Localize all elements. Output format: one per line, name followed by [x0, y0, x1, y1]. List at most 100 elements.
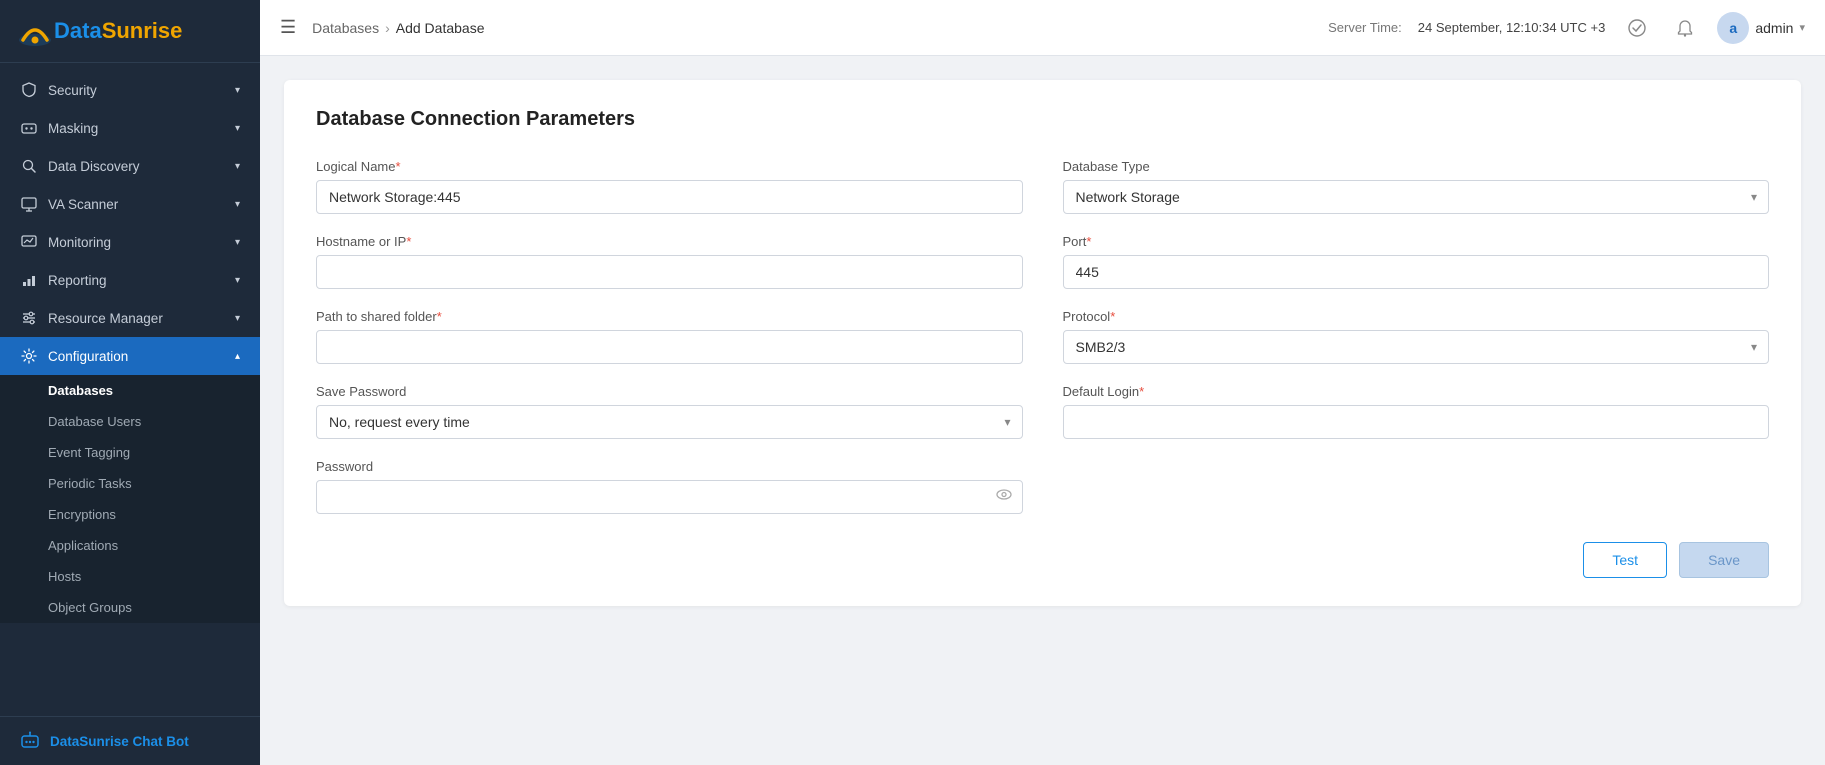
- user-menu[interactable]: a admin ▾: [1717, 12, 1805, 44]
- topbar-left: ☰ Databases › Add Database: [280, 17, 1312, 38]
- sidebar-item-label: Monitoring: [48, 235, 111, 250]
- breadcrumb-separator: ›: [385, 20, 390, 36]
- database-type-select[interactable]: Network Storage MySQL PostgreSQL Oracle …: [1063, 180, 1770, 214]
- path-label: Path to shared folder*: [316, 309, 1023, 324]
- sidebar-item-reporting[interactable]: Reporting ▾: [0, 261, 260, 299]
- hostname-group: Hostname or IP*: [316, 234, 1023, 289]
- sidebar-item-label: Reporting: [48, 273, 107, 288]
- configuration-submenu: Databases Database Users Event Tagging P…: [0, 375, 260, 623]
- user-chevron-icon: ▾: [1799, 21, 1805, 34]
- sidebar: DataSunrise Security ▾ Masking ▾ Data Di…: [0, 0, 260, 765]
- config-icon: [20, 347, 38, 365]
- logo-icon: [16, 12, 54, 50]
- logical-name-input[interactable]: [316, 180, 1023, 214]
- logo-data: Data: [54, 18, 102, 43]
- submenu-hosts[interactable]: Hosts: [0, 561, 260, 592]
- form-grid: Logical Name* Database Type Network Stor…: [316, 159, 1769, 514]
- sidebar-item-label: Configuration: [48, 349, 128, 364]
- submenu-databases[interactable]: Databases: [0, 375, 260, 406]
- password-group: Password: [316, 459, 1023, 514]
- topbar-right: Server Time: 24 September, 12:10:34 UTC …: [1328, 12, 1805, 44]
- chatbot-icon: [20, 731, 40, 751]
- test-button[interactable]: Test: [1583, 542, 1667, 578]
- form-title: Database Connection Parameters: [316, 108, 1769, 131]
- sidebar-item-resource-manager[interactable]: Resource Manager ▾: [0, 299, 260, 337]
- submenu-encryptions[interactable]: Encryptions: [0, 499, 260, 530]
- sidebar-item-label: Resource Manager: [48, 311, 163, 326]
- user-name: admin: [1755, 20, 1793, 36]
- chatbot-button[interactable]: DataSunrise Chat Bot: [0, 716, 260, 765]
- protocol-label: Protocol*: [1063, 309, 1770, 324]
- port-input[interactable]: [1063, 255, 1770, 289]
- logical-name-label: Logical Name*: [316, 159, 1023, 174]
- default-login-label: Default Login*: [1063, 384, 1770, 399]
- form-actions: Test Save: [316, 542, 1769, 578]
- logo-sunrise: Sunrise: [102, 18, 183, 43]
- chevron-down-icon: ▾: [235, 275, 240, 286]
- shield-icon: [20, 81, 38, 99]
- path-group: Path to shared folder*: [316, 309, 1023, 364]
- main-area: ☰ Databases › Add Database Server Time: …: [260, 0, 1825, 765]
- server-time-label: Server Time:: [1328, 20, 1402, 35]
- sidebar-item-data-discovery[interactable]: Data Discovery ▾: [0, 147, 260, 185]
- sidebar-menu: Security ▾ Masking ▾ Data Discovery ▾ VA…: [0, 63, 260, 716]
- sidebar-item-monitoring[interactable]: Monitoring ▾: [0, 223, 260, 261]
- hamburger-icon[interactable]: ☰: [280, 17, 296, 38]
- logo: DataSunrise: [0, 0, 260, 63]
- sidebar-item-label: Security: [48, 83, 97, 98]
- default-login-group: Default Login*: [1063, 384, 1770, 439]
- sidebar-item-configuration[interactable]: Configuration ▴: [0, 337, 260, 375]
- chevron-down-icon: ▾: [235, 237, 240, 248]
- form-card: Database Connection Parameters Logical N…: [284, 80, 1801, 606]
- sliders-icon: [20, 309, 38, 327]
- monitor-icon: [20, 195, 38, 213]
- save-password-group: Save Password No, request every time Yes…: [316, 384, 1023, 439]
- chevron-down-icon: ▾: [235, 199, 240, 210]
- chart-icon: [20, 271, 38, 289]
- chevron-down-icon: ▾: [235, 313, 240, 324]
- port-label: Port*: [1063, 234, 1770, 249]
- password-input[interactable]: [316, 480, 1023, 514]
- search-icon: [20, 157, 38, 175]
- protocol-group: Protocol* SMB2/3 NFS FTP ▾: [1063, 309, 1770, 364]
- password-toggle-icon[interactable]: [995, 486, 1013, 509]
- chevron-up-icon: ▴: [235, 351, 240, 362]
- submenu-database-users[interactable]: Database Users: [0, 406, 260, 437]
- server-time-value: 24 September, 12:10:34 UTC +3: [1418, 20, 1606, 35]
- breadcrumb-current: Add Database: [396, 20, 485, 36]
- path-input[interactable]: [316, 330, 1023, 364]
- sidebar-item-label: VA Scanner: [48, 197, 118, 212]
- default-login-input[interactable]: [1063, 405, 1770, 439]
- checkmark-icon[interactable]: [1621, 12, 1653, 44]
- password-label: Password: [316, 459, 1023, 474]
- save-password-label: Save Password: [316, 384, 1023, 399]
- user-avatar: a: [1717, 12, 1749, 44]
- sidebar-item-security[interactable]: Security ▾: [0, 71, 260, 109]
- save-button[interactable]: Save: [1679, 542, 1769, 578]
- hostname-label: Hostname or IP*: [316, 234, 1023, 249]
- logical-name-group: Logical Name*: [316, 159, 1023, 214]
- submenu-applications[interactable]: Applications: [0, 530, 260, 561]
- hostname-input[interactable]: [316, 255, 1023, 289]
- database-type-label: Database Type: [1063, 159, 1770, 174]
- mask-icon: [20, 119, 38, 137]
- sidebar-item-va-scanner[interactable]: VA Scanner ▾: [0, 185, 260, 223]
- submenu-event-tagging[interactable]: Event Tagging: [0, 437, 260, 468]
- content-area: Database Connection Parameters Logical N…: [260, 56, 1825, 765]
- sidebar-item-label: Masking: [48, 121, 98, 136]
- chevron-down-icon: ▾: [235, 85, 240, 96]
- chevron-down-icon: ▾: [235, 161, 240, 172]
- submenu-object-groups[interactable]: Object Groups: [0, 592, 260, 623]
- protocol-select[interactable]: SMB2/3 NFS FTP: [1063, 330, 1770, 364]
- chevron-down-icon: ▾: [235, 123, 240, 134]
- database-type-group: Database Type Network Storage MySQL Post…: [1063, 159, 1770, 214]
- monitoring-icon: [20, 233, 38, 251]
- topbar: ☰ Databases › Add Database Server Time: …: [260, 0, 1825, 56]
- sidebar-item-masking[interactable]: Masking ▾: [0, 109, 260, 147]
- bell-icon[interactable]: [1669, 12, 1701, 44]
- save-password-select[interactable]: No, request every time Yes, save passwor…: [316, 405, 1023, 439]
- sidebar-item-label: Data Discovery: [48, 159, 140, 174]
- breadcrumb-parent[interactable]: Databases: [312, 20, 379, 36]
- breadcrumb: Databases › Add Database: [312, 20, 484, 36]
- submenu-periodic-tasks[interactable]: Periodic Tasks: [0, 468, 260, 499]
